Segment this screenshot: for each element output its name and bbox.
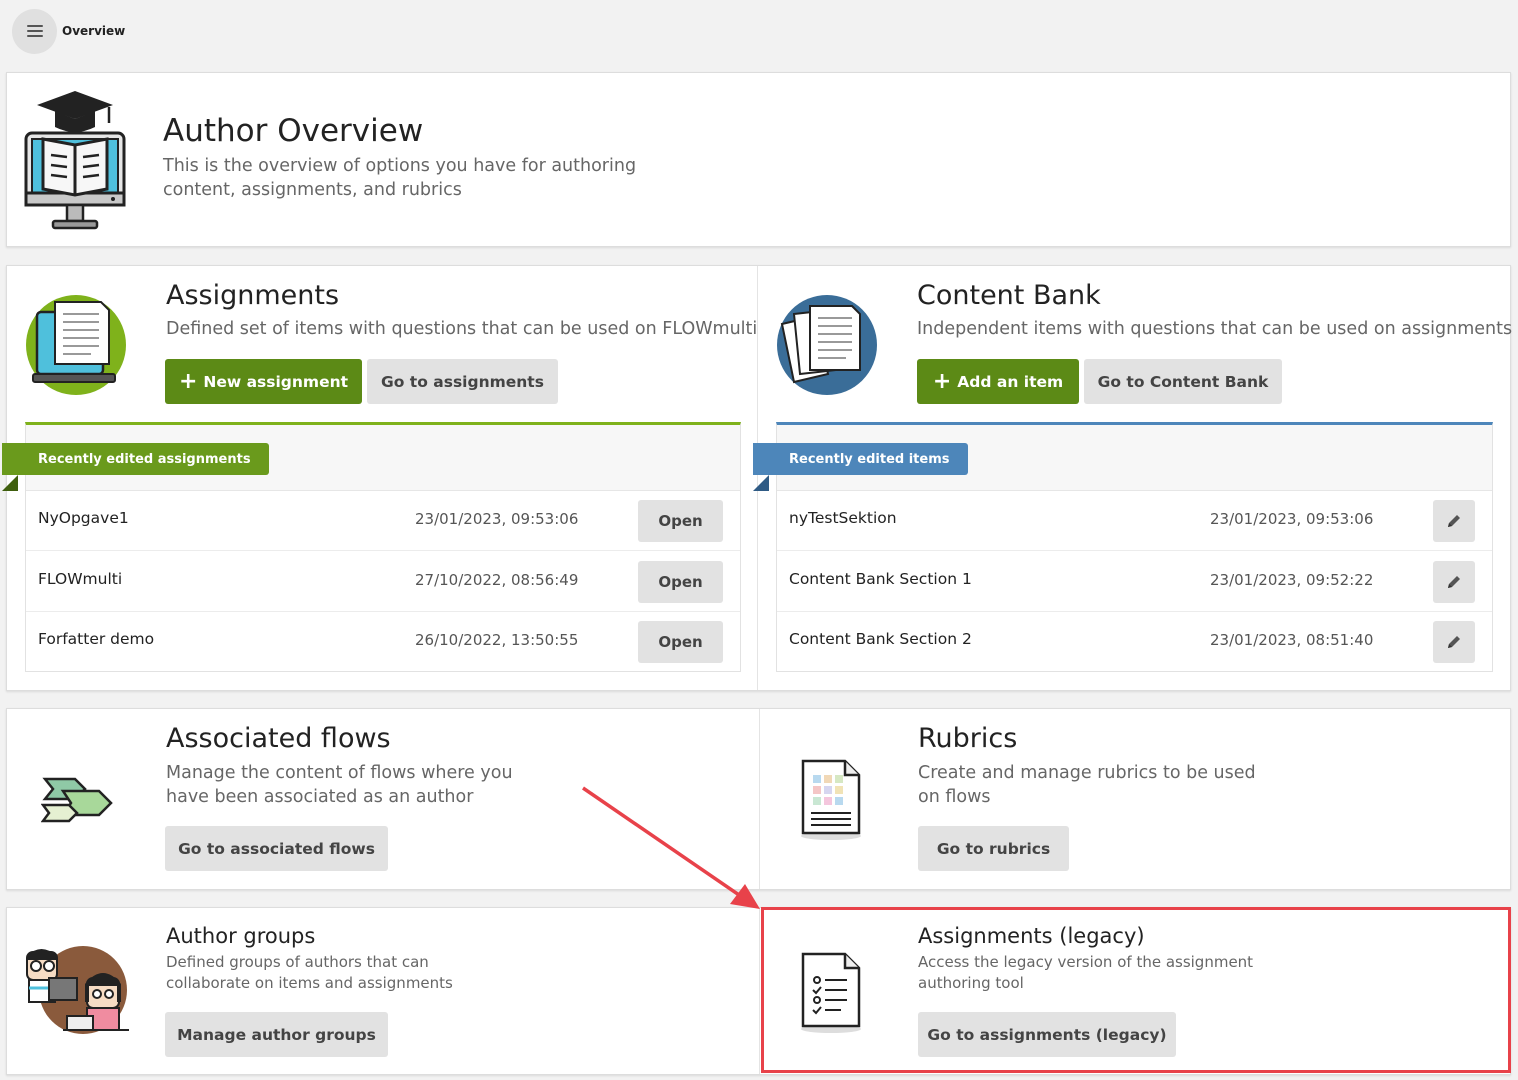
item-name: Content Bank Section 2 (789, 630, 972, 648)
content-bank-documents-icon (777, 295, 877, 395)
add-item-label: Add an item (957, 372, 1064, 391)
open-button[interactable]: Open (638, 500, 723, 542)
content-bank-title: Content Bank (917, 280, 1101, 311)
table-row: FLOWmulti 27/10/2022, 08:56:49 Open (26, 552, 740, 612)
table-row: NyOpgave1 23/01/2023, 09:53:06 Open (26, 491, 740, 551)
assignment-date: 27/10/2022, 08:56:49 (415, 571, 579, 589)
content-bank-description: Independent items with questions that ca… (917, 319, 1513, 339)
assignments-description: Defined set of items with questions that… (166, 319, 758, 339)
page-title: Author Overview (163, 113, 424, 149)
item-date: 23/01/2023, 09:52:22 (1210, 571, 1374, 589)
item-name: nyTestSektion (789, 509, 897, 527)
hamburger-icon (26, 25, 43, 37)
recent-items-ribbon: Recently edited items (753, 443, 968, 491)
rubric-document-icon (801, 759, 861, 840)
associated-flows-description: Manage the content of flows where you ha… (166, 763, 513, 807)
table-row: nyTestSektion 23/01/2023, 09:53:06 (777, 491, 1492, 551)
assignment-date: 23/01/2023, 09:53:06 (415, 510, 579, 528)
hamburger-menu-button[interactable] (12, 8, 57, 54)
page-description: This is the overview of options you have… (163, 156, 637, 200)
open-button[interactable]: Open (638, 561, 723, 603)
legacy-title: Assignments (legacy) (918, 924, 1145, 948)
top-bar: Overview (12, 8, 125, 54)
plus-icon: + (932, 368, 952, 394)
assignment-name: NyOpgave1 (38, 509, 129, 527)
associated-flows-title: Associated flows (166, 723, 391, 754)
assignments-content-panel: Assignments Defined set of items with qu… (2, 265, 1513, 691)
go-to-content-bank-button[interactable]: Go to Content Bank (1084, 359, 1282, 404)
rubrics-description: Create and manage rubrics to be used on … (918, 763, 1256, 807)
add-item-button[interactable]: + Add an item (917, 359, 1079, 404)
author-overview-panel: Author Overview This is the overview of … (6, 72, 1511, 247)
recent-assignments-header: Recently edited assignments (2, 425, 740, 491)
go-to-assignments-legacy-button[interactable]: Go to assignments (legacy) (918, 1012, 1176, 1057)
author-groups-title: Author groups (166, 924, 316, 948)
flows-rubrics-panel: Associated flows Manage the content of f… (6, 708, 1511, 890)
edit-button[interactable] (1433, 500, 1475, 542)
legacy-description: Access the legacy version of the assignm… (918, 953, 1254, 992)
table-row: Content Bank Section 1 23/01/2023, 09:52… (777, 552, 1492, 612)
go-to-associated-flows-button[interactable]: Go to associated flows (165, 826, 388, 871)
go-to-rubrics-button[interactable]: Go to rubrics (918, 826, 1069, 871)
breadcrumb-current: Overview (62, 24, 126, 38)
item-date: 23/01/2023, 09:53:06 (1210, 510, 1374, 528)
new-assignment-button[interactable]: + New assignment (165, 359, 362, 404)
assignment-date: 26/10/2022, 13:50:55 (415, 631, 579, 649)
manage-author-groups-button[interactable]: Manage author groups (165, 1012, 388, 1057)
table-row: Forfatter demo 26/10/2022, 13:50:55 Open (26, 612, 740, 672)
assignment-name: FLOWmulti (38, 570, 123, 588)
author-group-people-icon (26, 946, 129, 1034)
table-row: Content Bank Section 2 23/01/2023, 08:51… (777, 612, 1492, 672)
new-assignment-label: New assignment (203, 372, 349, 391)
recent-assignments-list: Recently edited assignments NyOpgave1 23… (2, 422, 741, 672)
author-groups-description: Defined groups of authors that can colla… (166, 953, 453, 992)
pencil-icon (1448, 636, 1460, 648)
groups-legacy-panel: Author groups Defined groups of authors … (6, 907, 1511, 1075)
checklist-document-icon (801, 952, 861, 1033)
assignments-title: Assignments (166, 280, 340, 311)
edit-button[interactable] (1433, 621, 1475, 663)
panel-divider (759, 908, 760, 1074)
graduation-computer-icon (24, 91, 126, 230)
item-date: 23/01/2023, 08:51:40 (1210, 631, 1374, 649)
item-name: Content Bank Section 1 (789, 570, 972, 588)
plus-icon: + (178, 368, 198, 394)
edit-button[interactable] (1433, 561, 1475, 603)
recent-items-header: Recently edited items (753, 425, 1492, 491)
pencil-icon (1448, 576, 1460, 588)
go-to-assignments-button[interactable]: Go to assignments (367, 359, 558, 404)
recent-assignments-ribbon: Recently edited assignments (2, 443, 269, 491)
open-button[interactable]: Open (638, 621, 723, 663)
assignment-name: Forfatter demo (38, 630, 155, 648)
pencil-icon (1448, 515, 1460, 527)
recent-items-list: Recently edited items nyTestSektion 23/0… (753, 422, 1493, 672)
panel-divider (759, 709, 760, 889)
assignment-document-icon (26, 295, 126, 395)
flows-arrows-icon (41, 777, 113, 823)
rubrics-title: Rubrics (918, 723, 1018, 754)
